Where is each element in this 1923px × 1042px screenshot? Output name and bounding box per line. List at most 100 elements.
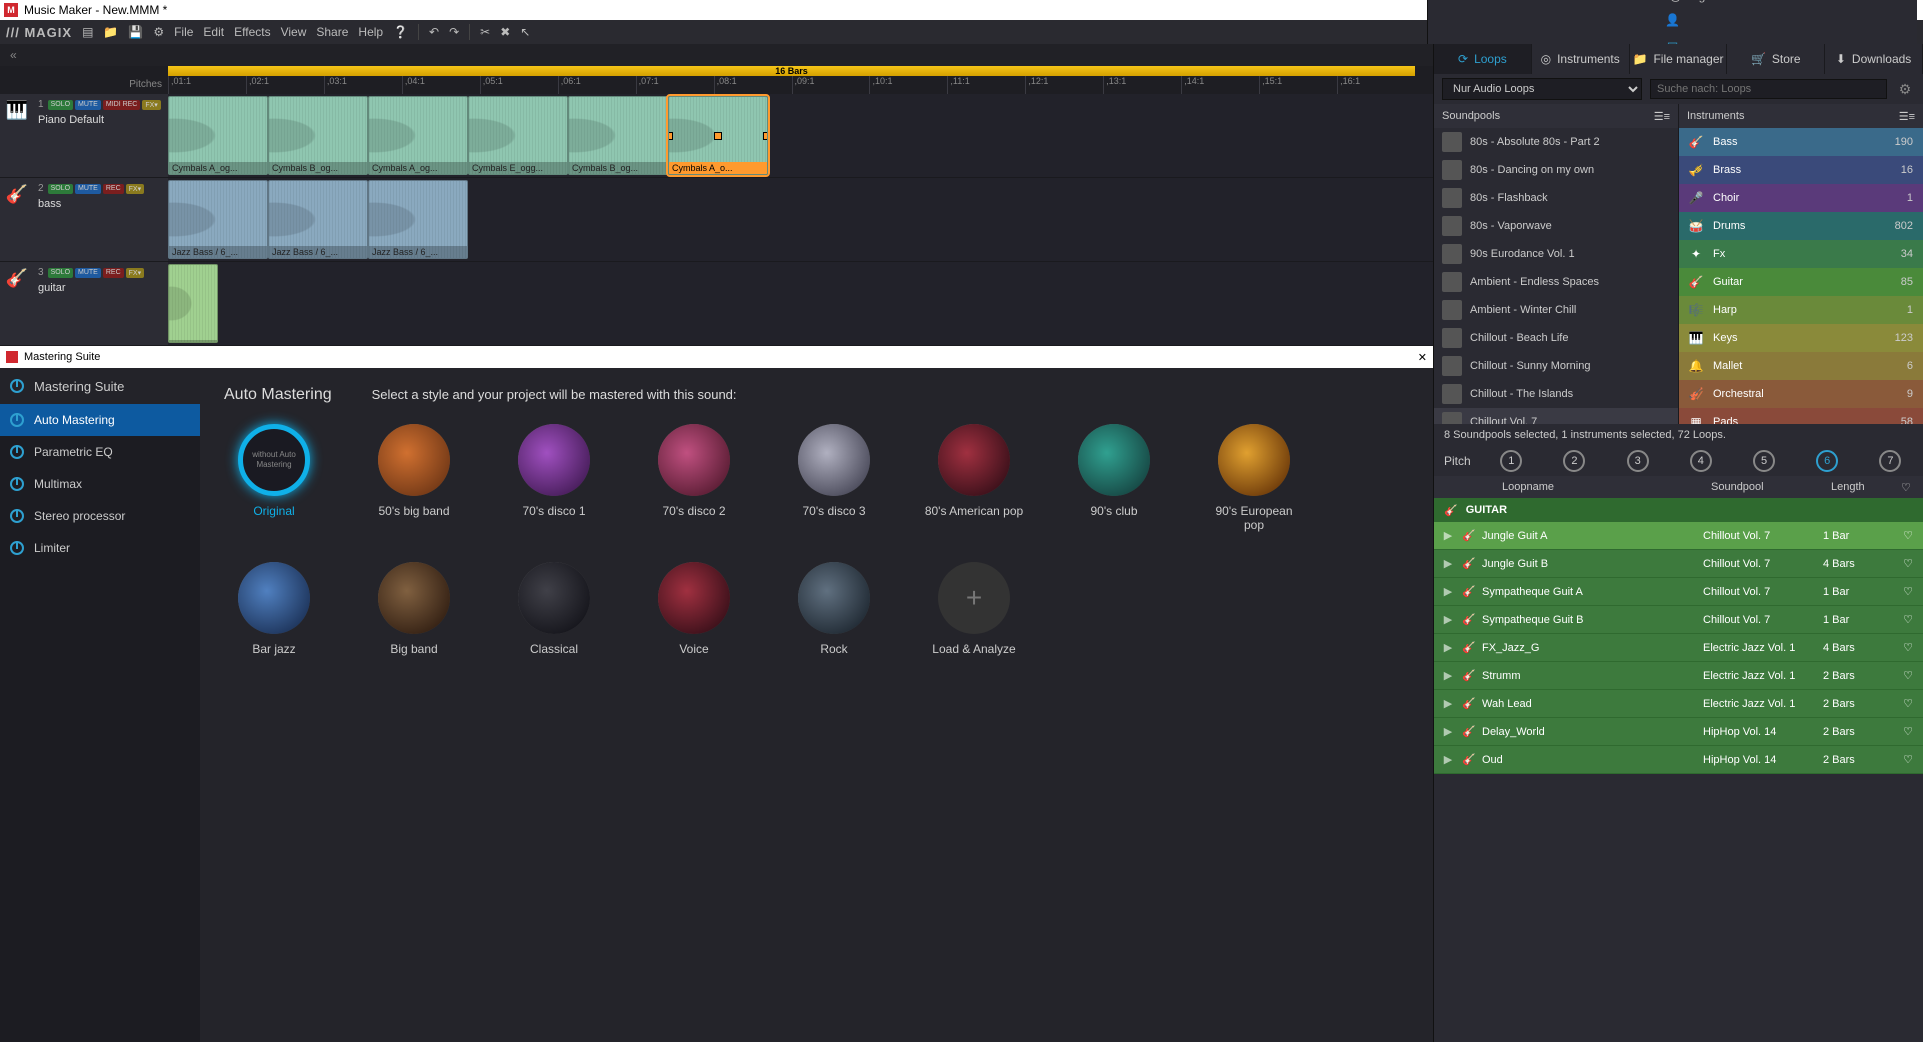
rp-tab-loops[interactable]: ⟳Loops — [1434, 44, 1532, 74]
instrument-item[interactable]: 🎸Guitar85 — [1679, 268, 1923, 296]
instrument-item[interactable]: 🔔Mallet6 — [1679, 352, 1923, 380]
track-badge[interactable]: FX▾ — [126, 268, 144, 278]
track-lane[interactable]: Cymbals A_og...Cymbals B_og...Cymbals A_… — [168, 94, 1433, 177]
audio-clip[interactable]: Cymbals A_og... — [168, 96, 268, 175]
menu-share[interactable]: Share — [316, 25, 348, 39]
loop-header-fav-icon[interactable]: ♡ — [1893, 476, 1923, 498]
pitch-button-1[interactable]: 1 — [1500, 450, 1522, 472]
style-preset[interactable]: 90's European pop — [1204, 424, 1304, 532]
track-badge[interactable]: REC — [103, 184, 124, 194]
favorite-icon[interactable]: ♡ — [1893, 725, 1923, 738]
play-icon[interactable]: ▶ — [1434, 753, 1462, 766]
settings-icon[interactable]: ⚙ — [153, 25, 164, 39]
menu-file[interactable]: File — [174, 25, 193, 39]
style-preset[interactable]: 70's disco 3 — [784, 424, 884, 532]
soundpool-item[interactable]: Chillout - Beach Life — [1434, 324, 1678, 352]
track-lane[interactable] — [168, 262, 1433, 345]
style-preset[interactable]: 50's big band — [364, 424, 464, 532]
loop-header-pool[interactable]: Soundpool — [1703, 476, 1823, 498]
gear-icon[interactable]: ⚙ — [1895, 81, 1915, 98]
favorite-icon[interactable]: ♡ — [1893, 529, 1923, 542]
instrument-item[interactable]: 🎸Bass190 — [1679, 128, 1923, 156]
audio-clip[interactable]: Cymbals A_o... — [668, 96, 768, 175]
track-badge[interactable]: MIDI REC — [103, 100, 141, 110]
loop-row[interactable]: ▶ 🎸 FX_Jazz_G Electric Jazz Vol. 1 4 Bar… — [1434, 634, 1923, 662]
mastering-sidebar-item[interactable]: Limiter — [0, 532, 200, 564]
menu-view[interactable]: View — [281, 25, 307, 39]
track-lane[interactable]: Jazz Bass / 6_...Jazz Bass / 6_...Jazz B… — [168, 178, 1433, 261]
mastering-sidebar-item[interactable]: Parametric EQ — [0, 436, 200, 468]
power-icon[interactable] — [10, 413, 24, 427]
favorite-icon[interactable]: ♡ — [1893, 613, 1923, 626]
user-icon[interactable]: 👤 — [1665, 13, 1680, 27]
track-name[interactable]: bass — [38, 198, 164, 210]
clip-handle[interactable] — [714, 132, 722, 140]
redo-icon[interactable]: ↷ — [449, 25, 459, 39]
pitch-button-7[interactable]: 7 — [1879, 450, 1901, 472]
loop-row[interactable]: ▶ 🎸 Sympatheque Guit A Chillout Vol. 7 1… — [1434, 578, 1923, 606]
pitch-button-6[interactable]: 6 — [1816, 450, 1838, 472]
audio-clip[interactable]: Cymbals B_og... — [568, 96, 668, 175]
soundpool-item[interactable]: 80s - Absolute 80s - Part 2 — [1434, 128, 1678, 156]
play-icon[interactable]: ▶ — [1434, 529, 1462, 542]
menu-effects[interactable]: Effects — [234, 25, 270, 39]
track-badge[interactable]: REC — [103, 268, 124, 278]
style-preset[interactable]: Rock — [784, 562, 884, 656]
play-icon[interactable]: ▶ — [1434, 585, 1462, 598]
rp-tab-store[interactable]: 🛒Store — [1727, 44, 1825, 74]
rp-tab-instruments[interactable]: ◎Instruments — [1532, 44, 1630, 74]
mastering-sidebar-header[interactable]: Mastering Suite — [0, 368, 200, 404]
menu-help[interactable]: Help — [358, 25, 383, 39]
loop-header-name[interactable]: Loopname — [1462, 476, 1703, 498]
clip-handle[interactable] — [763, 132, 768, 140]
soundpool-item[interactable]: 80s - Dancing on my own — [1434, 156, 1678, 184]
instrument-item[interactable]: 🎹Keys123 — [1679, 324, 1923, 352]
audio-clip[interactable]: Cymbals B_og... — [268, 96, 368, 175]
instrument-item[interactable]: 🎤Choir1 — [1679, 184, 1923, 212]
favorite-icon[interactable]: ♡ — [1893, 641, 1923, 654]
collapse-arranger-button[interactable]: « — [0, 44, 1433, 66]
play-icon[interactable]: ▶ — [1434, 697, 1462, 710]
cut-icon[interactable]: ✂ — [480, 25, 490, 39]
help-icon[interactable]: ❔ — [393, 25, 408, 39]
style-preset[interactable]: Bar jazz — [224, 562, 324, 656]
loop-row[interactable]: ▶ 🎸 Jungle Guit B Chillout Vol. 7 4 Bars… — [1434, 550, 1923, 578]
audio-clip[interactable]: Jazz Bass / 6_... — [268, 180, 368, 259]
play-icon[interactable]: ▶ — [1434, 641, 1462, 654]
soundpool-item[interactable]: Ambient - Winter Chill — [1434, 296, 1678, 324]
instrument-item[interactable]: 🥁Drums802 — [1679, 212, 1923, 240]
style-preset[interactable]: 70's disco 2 — [644, 424, 744, 532]
instruments-options-icon[interactable]: ☰≡ — [1899, 110, 1915, 123]
audio-clip[interactable] — [168, 264, 218, 343]
bars-indicator[interactable]: 16 Bars — [168, 66, 1415, 76]
track-badge[interactable]: FX▾ — [142, 100, 160, 110]
audio-clip[interactable]: Cymbals E_ogg... — [468, 96, 568, 175]
loop-row[interactable]: ▶ 🎸 Oud HipHop Vol. 14 2 Bars ♡ — [1434, 746, 1923, 774]
soundpool-item[interactable]: 90s Eurodance Vol. 1 — [1434, 240, 1678, 268]
soundpool-item[interactable]: 80s - Flashback — [1434, 184, 1678, 212]
save-file-icon[interactable]: 💾 — [128, 25, 143, 39]
audio-clip[interactable]: Jazz Bass / 6_... — [368, 180, 468, 259]
track-badge[interactable]: FX▾ — [126, 184, 144, 194]
soundpool-item[interactable]: 80s - Vaporwave — [1434, 212, 1678, 240]
audio-clip[interactable]: Cymbals A_og... — [368, 96, 468, 175]
favorite-icon[interactable]: ♡ — [1893, 753, 1923, 766]
loop-filter-dropdown[interactable]: Nur Audio Loops — [1442, 78, 1642, 100]
favorite-icon[interactable]: ♡ — [1893, 697, 1923, 710]
open-file-icon[interactable]: 📁 — [103, 25, 118, 39]
rp-tab-file-manager[interactable]: 📁File manager — [1630, 44, 1728, 74]
instrument-item[interactable]: ✦Fx34 — [1679, 240, 1923, 268]
style-preset[interactable]: Big band — [364, 562, 464, 656]
loop-search-input[interactable] — [1650, 79, 1887, 99]
loop-row[interactable]: ▶ 🎸 Sympatheque Guit B Chillout Vol. 7 1… — [1434, 606, 1923, 634]
play-icon[interactable]: ▶ — [1434, 613, 1462, 626]
loop-row[interactable]: ▶ 🎸 Strumm Electric Jazz Vol. 1 2 Bars ♡ — [1434, 662, 1923, 690]
mastering-close-icon[interactable]: ✕ — [1418, 351, 1427, 364]
account-email[interactable]: mtrautwein@magix.net — [1611, 0, 1734, 3]
power-icon[interactable] — [10, 379, 24, 393]
instrument-item[interactable]: 🎼Harp1 — [1679, 296, 1923, 324]
track-badge[interactable]: MUTE — [75, 268, 101, 278]
track-name[interactable]: guitar — [38, 282, 164, 294]
timeline-ruler[interactable]: Pitches 16 Bars ,01:1,02:1,03:1,04:1,05:… — [0, 66, 1433, 94]
track-badge[interactable]: SOLO — [48, 268, 73, 278]
